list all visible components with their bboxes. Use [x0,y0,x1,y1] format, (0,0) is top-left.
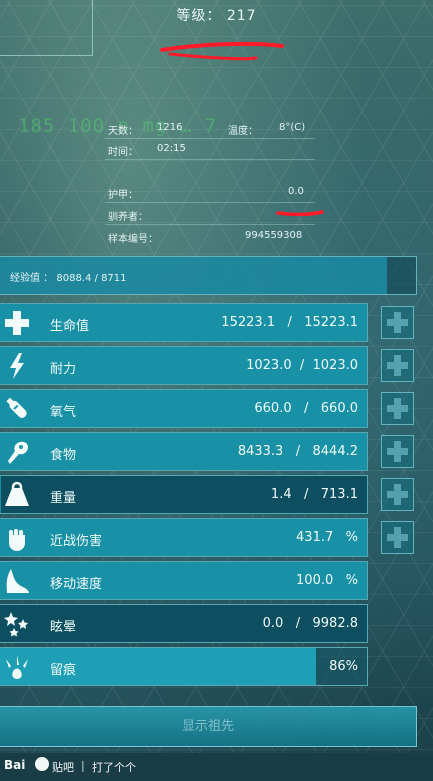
stat-label-oxygen: 氧气 [50,405,77,420]
stat-value-weight: 1.4 / 713.1 [270,487,358,502]
food-drumstick-icon [2,437,32,467]
specimen-value: 994559308 [245,230,303,241]
stat-bar-fill-weight [0,476,1,513]
specimen-label: 样本编号： [108,234,158,245]
stat-row-oxygen: 氧气 660.0 / 660.0 [0,389,368,428]
stat-value-food: 8433.3 / 8444.2 [237,444,358,459]
stat-row-health: 生命值 15223.1 / 15223.1 [0,303,368,342]
stat-value-health: 15223.1 / 15223.1 [221,315,358,330]
boot-icon [2,566,32,596]
stat-row-melee: 近战伤害 431.7 % [0,518,368,557]
fist-icon [2,523,32,553]
stat-row-food: 食物 8433.3 / 8444.2 [0,432,368,471]
creature-level: 等级： 217 [176,8,257,24]
stat-value-melee: 431.7 % [296,530,358,545]
show-ancestry-button[interactable]: 显示祖先 [0,706,417,747]
plus-icon [387,527,408,548]
plus-icon [387,398,408,419]
stat-row-weight: 重量 1.4 / 713.1 [0,475,368,514]
plus-icon [387,312,408,333]
stat-row-imprint: 留痕 86% [0,647,368,686]
level-up-melee-button[interactable] [381,521,414,554]
stat-label-torpor: 眩晕 [50,620,77,635]
tieba-label: 贴吧 [52,761,74,774]
stat-label-stamina: 耐力 [50,362,77,377]
divider [105,202,315,203]
tamer-label: 驯养者： [108,212,148,223]
stat-bar-fill-imprint [0,648,316,685]
experience-text: 经验值 ： 8088.4 / 8711 [10,273,127,284]
footprint-icon [2,652,32,682]
oxygen-tank-icon [2,394,32,424]
stat-row-speed: 移动速度 100.0 % [0,561,368,600]
level-up-food-button[interactable] [381,435,414,468]
plus-icon [387,355,408,376]
name-redaction-scribble [160,41,284,61]
stat-row-torpor: 眩晕 0.0 / 9982.8 [0,604,368,643]
stat-value-torpor: 0.0 / 9982.8 [262,616,358,631]
level-up-weight-button[interactable] [381,478,414,511]
experience-bar: 经验值 ： 8088.4 / 8711 [0,256,417,295]
tamer-redaction-scribble [276,210,324,217]
stat-label-health: 生命值 [50,319,90,334]
baidu-paw-icon [35,757,49,771]
stat-value-speed: 100.0 % [296,573,358,588]
armor-value: 0.0 [288,186,304,197]
temperature-value: 8°(C) [279,122,306,133]
stat-label-melee: 近战伤害 [50,534,103,549]
stat-label-weight: 重量 [50,491,77,506]
dizzy-stars-icon [2,609,32,639]
level-up-health-button[interactable] [381,306,414,339]
watermark-footer: Bai 贴吧 | 打了个个 [0,753,433,781]
health-cross-icon [2,308,32,338]
time-value: 02:15 [157,143,186,154]
footer-author: 打了个个 [92,761,136,774]
level-up-oxygen-button[interactable] [381,392,414,425]
divider [105,224,315,225]
stat-label-food: 食物 [50,448,77,463]
level-up-stamina-button[interactable] [381,349,414,382]
stat-row-stamina: 耐力 1023.0 / 1023.0 [0,346,368,385]
stat-label-imprint: 留痕 [50,663,77,678]
temperature-label: 温度： [228,126,258,137]
plus-icon [387,484,408,505]
stat-value-oxygen: 660.0 / 660.0 [254,401,358,416]
stat-label-speed: 移动速度 [50,577,103,592]
time-label: 时间： [108,147,138,158]
divider [105,159,315,160]
footer-separator: | [81,759,85,772]
days-value: 1216 [157,122,183,133]
stat-value-stamina: 1023.0 / 1023.0 [246,358,358,373]
baidu-logo: Bai [4,758,26,772]
armor-label: 护甲： [108,190,138,201]
weight-icon [2,480,32,510]
divider [105,138,315,139]
days-label: 天数： [108,126,138,137]
plus-icon [387,441,408,462]
lightning-icon [2,351,32,381]
stat-value-imprint: 86% [329,659,358,674]
